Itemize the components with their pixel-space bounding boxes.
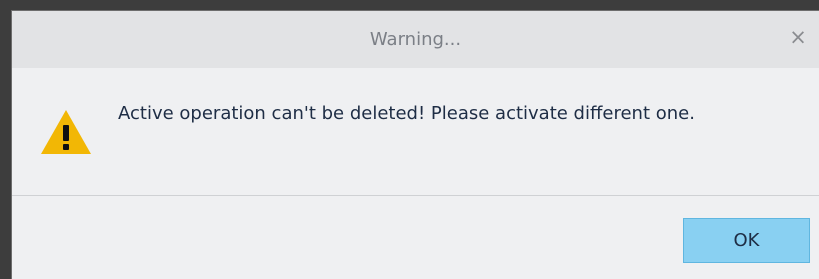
dialog-footer: OK (12, 196, 819, 279)
close-icon[interactable]: × (787, 26, 809, 48)
dialog-titlebar: Warning... × (12, 11, 819, 68)
dialog-title: Warning... (369, 29, 462, 50)
warning-icon (41, 110, 91, 154)
ok-button[interactable]: OK (683, 218, 810, 263)
warning-dialog: Warning... × Active operation can't be d… (11, 10, 819, 279)
dialog-message: Active operation can't be deleted! Pleas… (118, 103, 695, 124)
screen-background: Warning... × Active operation can't be d… (0, 0, 819, 279)
dialog-body: Active operation can't be deleted! Pleas… (12, 68, 819, 196)
